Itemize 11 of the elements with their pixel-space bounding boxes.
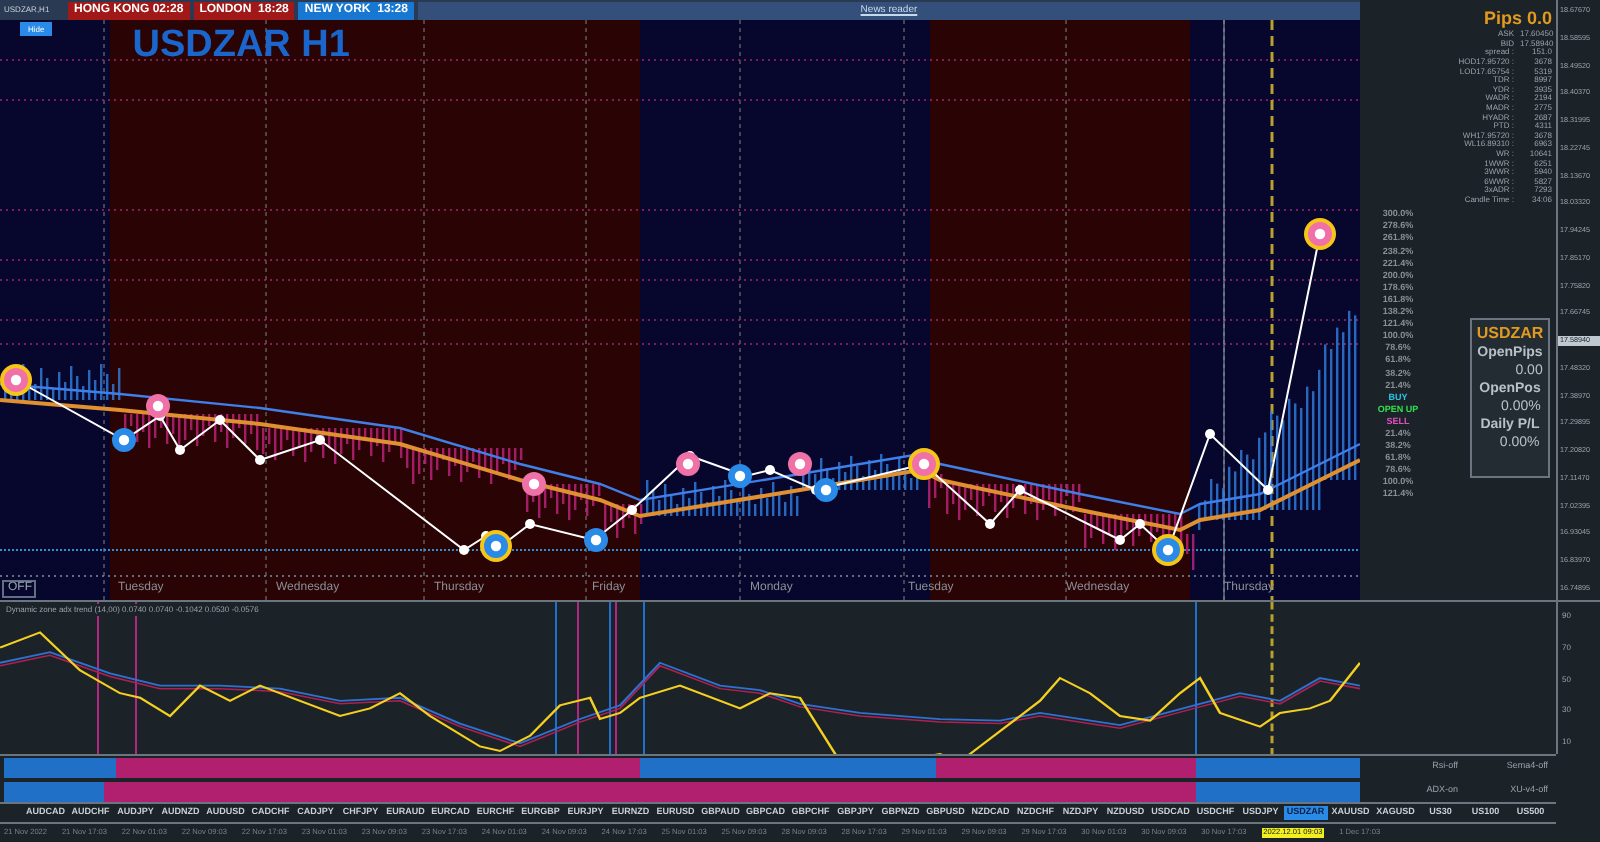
- buy-marker: [728, 464, 752, 488]
- buy-marker: [112, 428, 136, 452]
- chart-title: USDZAR H1: [132, 26, 350, 66]
- sell-marker: [522, 472, 546, 496]
- sell-marker: [146, 394, 170, 418]
- buy-marker: [814, 478, 838, 502]
- buy-marker: [584, 528, 608, 552]
- panel-symbol: USDZAR: [1476, 324, 1544, 345]
- sell-marker: [788, 452, 812, 476]
- pips-readout: Pips 0.0: [1483, 8, 1552, 28]
- sell-marker: [676, 452, 700, 476]
